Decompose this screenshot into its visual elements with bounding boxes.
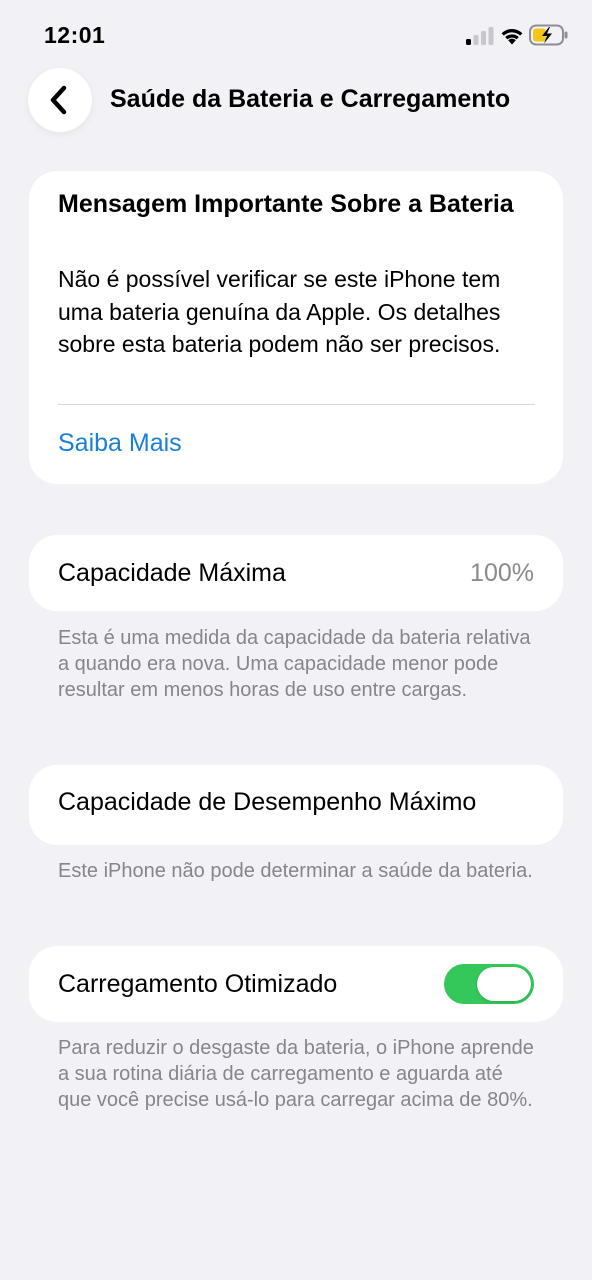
chevron-left-icon: [50, 85, 67, 115]
page-title: Saúde da Bateria e Carregamento: [110, 85, 511, 113]
learn-more-link[interactable]: Saiba Mais: [58, 429, 182, 458]
max-capacity-row: Capacidade Máxima 100%: [29, 535, 563, 611]
max-capacity-value: 100%: [470, 559, 534, 587]
divider: [58, 404, 535, 405]
cellular-signal-icon: [466, 27, 494, 45]
wifi-icon: [501, 29, 523, 45]
back-button[interactable]: [28, 68, 92, 132]
important-message-card: Mensagem Importante Sobre a Bateria Não …: [29, 171, 563, 484]
important-message-title: Mensagem Importante Sobre a Bateria: [58, 190, 514, 218]
optimized-charging-row: Carregamento Otimizado: [29, 946, 563, 1022]
peak-performance-footnote: Este iPhone não pode determinar a saúde …: [58, 860, 533, 882]
optimized-charging-footnote: Para reduzir o desgaste da bateria, o iP…: [58, 1037, 534, 1111]
optimized-charging-toggle[interactable]: [444, 964, 534, 1004]
battery-charging-icon: [529, 24, 568, 46]
peak-performance-label: Capacidade de Desempenho Máximo: [58, 788, 477, 816]
optimized-charging-label: Carregamento Otimizado: [58, 970, 338, 998]
max-capacity-footnote: Esta é uma medida da capacidade da bater…: [58, 627, 531, 701]
important-message-body: Não é possível verificar se este iPhone …: [58, 266, 501, 357]
peak-performance-row: Capacidade de Desempenho Máximo: [29, 765, 563, 845]
status-bar: 12:01: [0, 0, 592, 70]
toggle-knob: [477, 967, 531, 1001]
navigation-bar: Saúde da Bateria e Carregamento: [0, 68, 592, 134]
max-capacity-label: Capacidade Máxima: [58, 559, 286, 587]
status-time: 12:01: [44, 22, 106, 48]
